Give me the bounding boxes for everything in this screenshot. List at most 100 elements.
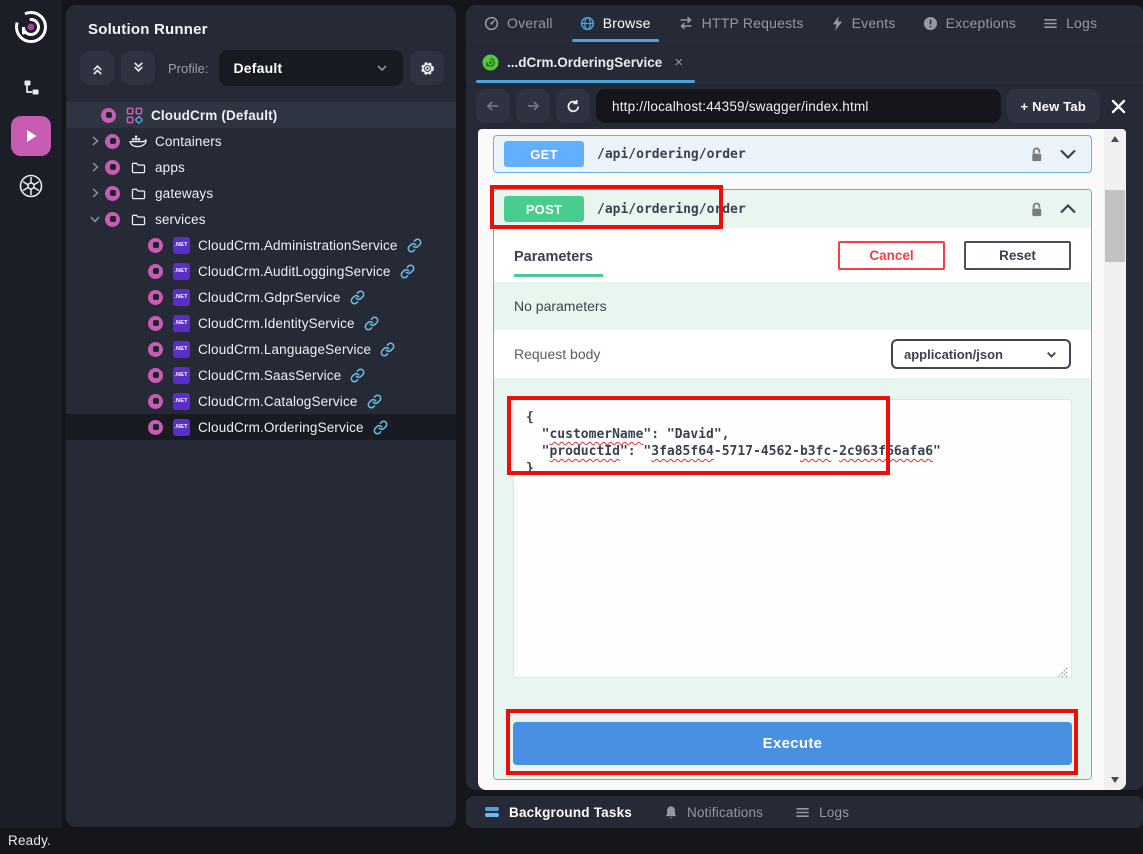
chevron-right-icon[interactable] [85, 187, 105, 199]
service-status-icon [105, 186, 120, 201]
content-type-select[interactable]: application/json [891, 339, 1071, 369]
no-parameters-text: No parameters [514, 298, 607, 314]
url-input[interactable] [596, 89, 1001, 123]
profile-toolbar: Profile: Default [66, 44, 456, 92]
tab-logs[interactable]: Logs [1043, 5, 1097, 41]
tree-item-label: CloudCrm.CatalogService [198, 394, 358, 409]
tree-item-services[interactable]: services [66, 206, 456, 232]
bottom-bar-label: Logs [819, 805, 849, 820]
tab-overall[interactable]: Overall [484, 5, 553, 41]
scroll-down-arrow[interactable] [1104, 777, 1126, 783]
bottom-bar-notifications[interactable]: Notifications [664, 805, 763, 820]
open-link-icon[interactable] [400, 264, 415, 279]
tree-item-cloudcrm-identityservice[interactable]: .NETCloudCrm.IdentityService [66, 310, 456, 336]
service-status-icon [148, 420, 163, 435]
auth-lock-icon[interactable] [1029, 146, 1044, 163]
request-body-editor[interactable]: { "customerName": "David", "productId": … [513, 399, 1072, 678]
tree-item-cloudcrm-administrationservice[interactable]: .NETCloudCrm.AdministrationService [66, 232, 456, 258]
tree-item-cloudcrm-catalogservice[interactable]: .NETCloudCrm.CatalogService [66, 388, 456, 414]
new-tab-button[interactable]: + New Tab [1007, 89, 1101, 123]
refresh-button[interactable] [556, 89, 590, 123]
auth-lock-icon[interactable] [1029, 201, 1044, 218]
run-nav-button[interactable] [11, 116, 51, 156]
solution-tree-nav-button[interactable] [11, 68, 51, 108]
open-link-icon[interactable] [407, 238, 422, 253]
tree-item-gateways[interactable]: gateways [66, 180, 456, 206]
expand-all-button[interactable] [121, 51, 155, 85]
tree-item-cloudcrm-saasservice[interactable]: .NETCloudCrm.SaasService [66, 362, 456, 388]
bottom-bar-background-tasks[interactable]: Background Tasks [484, 805, 632, 820]
parameters-title: Parameters [514, 234, 603, 277]
get-endpoint-path: /api/ordering/order [597, 147, 746, 162]
chevron-up-icon[interactable] [1059, 203, 1077, 215]
tab-exceptions[interactable]: Exceptions [923, 5, 1016, 41]
browser-tab-orderingservice[interactable]: ...dCrm.OrderingService × [480, 42, 691, 82]
service-tab-icon [482, 54, 499, 71]
profile-select[interactable]: Default [219, 50, 403, 86]
swagger-content: GET /api/ordering/order POST /api/orderi… [478, 129, 1104, 790]
chevron-right-icon[interactable] [85, 161, 105, 173]
dotnet-icon: .NET [170, 341, 192, 358]
open-link-icon[interactable] [380, 342, 395, 357]
tree-item-cloudcrm-auditloggingservice[interactable]: .NETCloudCrm.AuditLoggingService [66, 258, 456, 284]
content-type-value: application/json [904, 347, 1003, 362]
swagger-page: GET /api/ordering/order POST /api/orderi… [478, 129, 1126, 790]
service-status-icon [148, 316, 163, 331]
tab-label: Exceptions [946, 15, 1016, 31]
bottom-bar-label: Notifications [687, 805, 763, 820]
cancel-button[interactable]: Cancel [838, 241, 945, 270]
open-link-icon[interactable] [373, 420, 388, 435]
swagger-scrollbar[interactable] [1104, 129, 1126, 790]
tree-item-cloudcrm-languageservice[interactable]: .NETCloudCrm.LanguageService [66, 336, 456, 362]
status-text: Ready. [8, 833, 51, 848]
close-all-tabs-icon[interactable] [1110, 98, 1127, 115]
back-button[interactable] [476, 89, 510, 123]
kubernetes-nav-button[interactable] [11, 166, 51, 206]
open-link-icon[interactable] [367, 394, 382, 409]
chevron-right-icon[interactable] [85, 135, 105, 147]
lightning-icon [831, 16, 844, 31]
get-order-endpoint[interactable]: GET /api/ordering/order [493, 135, 1092, 173]
tree-item-cloudcrm-gdprservice[interactable]: .NETCloudCrm.GdprService [66, 284, 456, 310]
bottom-bar-logs[interactable]: Logs [795, 805, 849, 820]
post-order-endpoint[interactable]: POST /api/ordering/order [494, 190, 1091, 228]
tab-events[interactable]: Events [831, 5, 896, 41]
tree-item-cloudcrm-default-[interactable]: CloudCrm (Default) [66, 102, 456, 128]
close-tab-icon[interactable]: × [674, 54, 683, 71]
collapse-all-button[interactable] [80, 51, 114, 85]
dotnet-icon: .NET [170, 367, 192, 384]
solution-grid-icon [123, 107, 145, 124]
scrollbar-thumb[interactable] [1105, 190, 1125, 262]
open-link-icon[interactable] [364, 316, 379, 331]
tree-item-label: gateways [155, 186, 213, 201]
service-status-icon [148, 368, 163, 383]
tab-http-requests[interactable]: HTTP Requests [678, 5, 804, 41]
globe-icon [580, 16, 595, 31]
tab-label: Logs [1066, 15, 1097, 31]
service-status-icon [148, 264, 163, 279]
chevron-down-icon[interactable] [1059, 148, 1077, 160]
post-endpoint-path: /api/ordering/order [597, 202, 746, 217]
exclamation-circle-icon [923, 16, 938, 31]
tab-browse[interactable]: Browse [580, 5, 651, 41]
textarea-resize-handle[interactable] [1057, 667, 1068, 678]
service-status-icon [101, 108, 116, 123]
scroll-up-arrow[interactable] [1104, 136, 1126, 142]
tree-item-apps[interactable]: apps [66, 154, 456, 180]
bottom-bar: Background Tasks Notifications Logs [466, 796, 1143, 828]
reset-button[interactable]: Reset [964, 241, 1071, 270]
tree-item-containers[interactable]: Containers [66, 128, 456, 154]
forward-button[interactable] [516, 89, 550, 123]
tree-item-cloudcrm-orderingservice[interactable]: .NETCloudCrm.OrderingService [66, 414, 456, 440]
service-status-icon [148, 290, 163, 305]
open-link-icon[interactable] [350, 290, 365, 305]
parameters-header: Parameters Cancel Reset [494, 228, 1091, 282]
open-link-icon[interactable] [350, 368, 365, 383]
tree-item-label: CloudCrm.OrderingService [198, 420, 364, 435]
tab-label: HTTP Requests [702, 15, 804, 31]
execute-button[interactable]: Execute [513, 722, 1072, 765]
profile-settings-button[interactable] [410, 51, 444, 85]
chevron-down-icon [375, 61, 389, 75]
dotnet-icon: .NET [170, 289, 192, 306]
chevron-down-icon[interactable] [85, 213, 105, 225]
